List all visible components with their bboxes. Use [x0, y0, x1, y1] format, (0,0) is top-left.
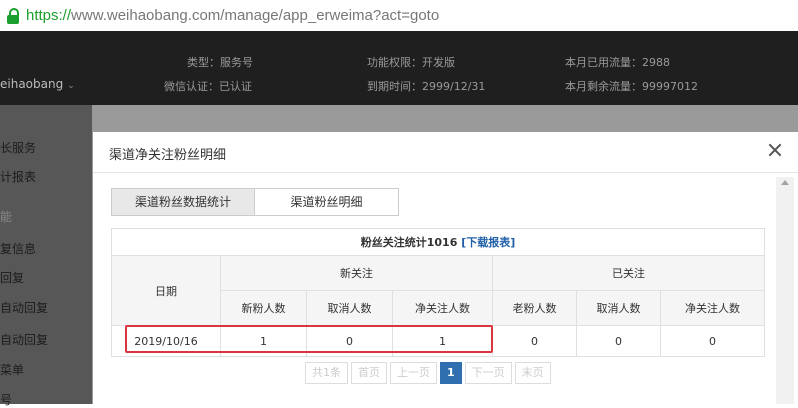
- sidebar-item[interactable]: 计报表: [0, 168, 36, 185]
- column-header: 新粉人数: [220, 290, 307, 326]
- dialog-tabs: 渠道粉丝数据统计 渠道粉丝明细: [111, 188, 399, 216]
- pager-prev-button[interactable]: 上一页: [390, 362, 437, 384]
- page-backdrop: eihaobang ⌄ 类型：服务号 功能权限：开发版 本月已用流量：2988 微…: [0, 31, 798, 407]
- pager-current-page[interactable]: 1: [440, 362, 462, 384]
- cell-value: 0: [576, 325, 661, 357]
- feature-permission: 功能权限：开发版: [367, 56, 455, 69]
- secure-lock-icon: [6, 7, 20, 24]
- tab-fans-stats[interactable]: 渠道粉丝数据统计: [111, 188, 255, 216]
- column-header: 取消人数: [306, 290, 393, 326]
- group-header-new: 新关注: [220, 255, 493, 291]
- column-header-date: 日期: [111, 255, 221, 326]
- account-switcher[interactable]: eihaobang ⌄: [0, 77, 75, 91]
- close-icon[interactable]: [767, 142, 783, 158]
- pager-last-button[interactable]: 末页: [514, 362, 551, 384]
- sidebar-item[interactable]: 自动回复: [0, 331, 48, 348]
- pager-next-button[interactable]: 下一页: [464, 362, 512, 384]
- traffic-left: 本月剩余流量：99997012: [565, 80, 698, 93]
- column-header: 净关注人数: [660, 290, 765, 326]
- sidebar-item[interactable]: 复信息: [0, 240, 36, 257]
- account-type: 类型：服务号: [187, 56, 253, 69]
- summary-text: 粉丝关注统计1016: [360, 236, 458, 249]
- pager-total: 共1条: [305, 362, 348, 384]
- cell-value: 0: [660, 325, 765, 357]
- group-header-old: 已关注: [492, 255, 765, 291]
- table-caption: 粉丝关注统计1016 [下载报表]: [111, 228, 765, 256]
- dialog-title: 渠道净关注粉丝明细: [109, 148, 227, 163]
- account-header: eihaobang ⌄ 类型：服务号 功能权限：开发版 本月已用流量：2988 微…: [0, 31, 798, 105]
- traffic-used: 本月已用流量：2988: [565, 56, 670, 69]
- sidebar-item[interactable]: 长服务: [0, 139, 36, 156]
- expire-date: 到期时间：2999/12/31: [367, 80, 486, 93]
- sidebar-item[interactable]: 回复: [0, 269, 24, 286]
- scroll-up-arrow-icon[interactable]: [781, 180, 789, 185]
- column-header: 老粉人数: [492, 290, 577, 326]
- tab-fans-detail[interactable]: 渠道粉丝明细: [255, 188, 399, 216]
- wechat-certification: 微信认证：已认证: [164, 80, 252, 93]
- chevron-down-icon: ⌄: [67, 81, 75, 91]
- column-header: 净关注人数: [392, 290, 493, 326]
- highlight-box: [125, 325, 493, 353]
- fans-detail-dialog: 渠道净关注粉丝明细 渠道粉丝数据统计 渠道粉丝明细 粉丝关注统计1016 [下载…: [93, 132, 798, 404]
- column-header: 取消人数: [576, 290, 661, 326]
- sidebar-section-label: 能: [0, 210, 13, 224]
- cell-value: 0: [492, 325, 577, 357]
- dialog-header: 渠道净关注粉丝明细: [93, 132, 798, 173]
- sidebar-item[interactable]: 自动回复: [0, 299, 48, 316]
- url-text[interactable]: https://www.weihaobang.com/manage/app_er…: [26, 7, 439, 24]
- dialog-scrollbar[interactable]: [776, 177, 794, 404]
- sidebar-item[interactable]: 菜单: [0, 361, 24, 378]
- browser-address-bar[interactable]: https://www.weihaobang.com/manage/app_er…: [0, 0, 798, 31]
- pager-first-button[interactable]: 首页: [351, 362, 387, 384]
- sidebar-item[interactable]: 号: [0, 391, 12, 408]
- download-report-link[interactable]: [下载报表]: [461, 236, 515, 249]
- pagination: 共1条 首页 上一页 1 下一页 末页: [305, 362, 554, 384]
- sidebar: 长服务 计报表 能 复信息 回复 自动回复 自动回复 菜单 号: [0, 105, 92, 407]
